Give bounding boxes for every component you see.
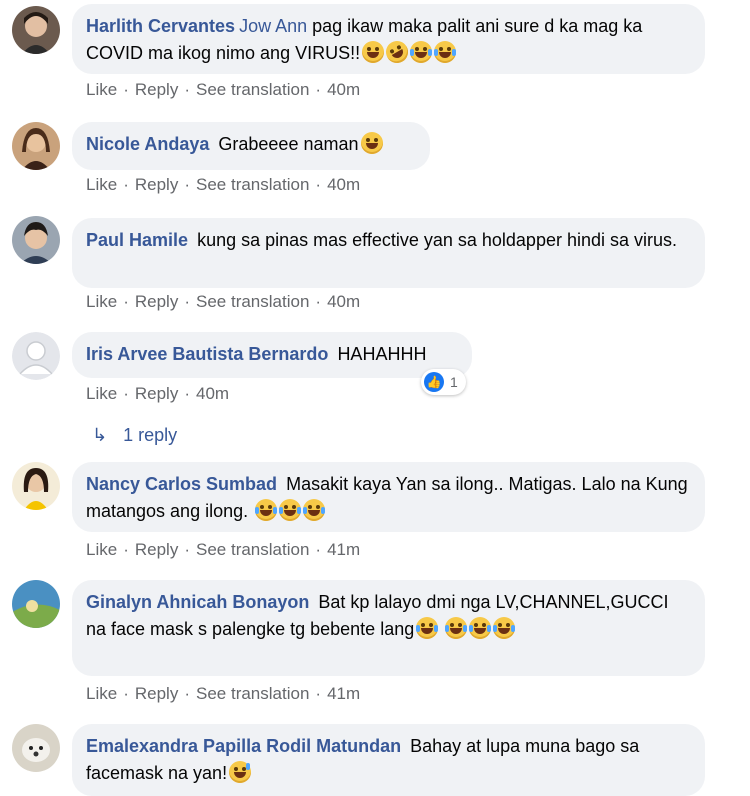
comment-bubble: Nancy Carlos Sumbad Masakit kaya Yan sa … xyxy=(72,462,705,532)
like-link[interactable]: Like xyxy=(86,80,117,99)
tears-of-joy-face-icon xyxy=(434,41,457,63)
reaction-count: 1 xyxy=(450,374,458,390)
comment-actions: Like · Reply · See translation · 40m xyxy=(86,292,361,311)
replies-count-label[interactable]: 1 reply xyxy=(123,425,177,445)
tears-of-joy-face-icon xyxy=(255,499,278,521)
reply-link[interactable]: Reply xyxy=(135,292,178,311)
avatar[interactable] xyxy=(12,216,60,264)
grinning-sweat-face-icon xyxy=(229,761,252,783)
reply-link[interactable]: Reply xyxy=(135,175,178,194)
reply-link[interactable]: Reply xyxy=(135,684,178,703)
avatar[interactable] xyxy=(12,6,60,54)
like-link[interactable]: Like xyxy=(86,540,117,559)
see-translation-link[interactable]: See translation xyxy=(196,80,309,99)
reply-link[interactable]: Reply xyxy=(135,540,178,559)
comment-author[interactable]: Emalexandra Papilla Rodil Matundan xyxy=(86,736,401,756)
thumbs-up-icon: 👍 xyxy=(424,372,444,392)
comment-author[interactable]: Nicole Andaya xyxy=(86,134,209,154)
comment-actions: Like · Reply · See translation · 41m xyxy=(86,684,361,703)
tears-of-joy-face-icon xyxy=(416,617,439,639)
comment-bubble: Nicole Andaya Grabeeee naman xyxy=(72,122,430,170)
like-link[interactable]: Like xyxy=(86,684,117,703)
timestamp[interactable]: 41m xyxy=(327,540,360,559)
reaction-count-badge[interactable]: 👍 1 xyxy=(421,369,466,395)
comment-bubble: Harlith Cervantes Jow Ann pag ikaw maka p… xyxy=(72,4,705,74)
comment-actions: Like · Reply · See translation · 40m xyxy=(86,80,361,99)
comment-actions: Like · Reply · 40m xyxy=(86,384,230,403)
laughing-face-icon xyxy=(362,41,385,63)
tears-of-joy-face-icon xyxy=(493,617,516,639)
default-avatar-icon[interactable] xyxy=(12,332,60,380)
avatar[interactable] xyxy=(12,724,60,772)
comment-text: Grabeeee naman xyxy=(218,134,359,154)
avatar[interactable] xyxy=(12,122,60,170)
timestamp[interactable]: 40m xyxy=(327,292,360,311)
tears-of-joy-face-icon xyxy=(410,41,433,63)
comment-mention[interactable]: Jow Ann xyxy=(239,16,307,36)
avatar[interactable] xyxy=(12,580,60,628)
see-translation-link[interactable]: See translation xyxy=(196,684,309,703)
avatar[interactable] xyxy=(12,462,60,510)
comment-bubble: Ginalyn Ahnicah Bonayon Bat kp lalayo dm… xyxy=(72,580,705,676)
see-translation-link[interactable]: See translation xyxy=(196,175,309,194)
rolling-laugh-face-icon xyxy=(382,36,413,68)
timestamp[interactable]: 40m xyxy=(327,80,360,99)
comment-author[interactable]: Iris Arvee Bautista Bernardo xyxy=(86,344,328,364)
reply-link[interactable]: Reply xyxy=(135,384,178,403)
laughing-face-icon xyxy=(360,132,383,154)
comment-bubble: Paul Hamile kung sa pinas mas effective … xyxy=(72,218,705,288)
see-translation-link[interactable]: See translation xyxy=(196,292,309,311)
comment-author[interactable]: Nancy Carlos Sumbad xyxy=(86,474,277,494)
timestamp[interactable]: 41m xyxy=(327,684,360,703)
comment-author[interactable]: Ginalyn Ahnicah Bonayon xyxy=(86,592,309,612)
reply-link[interactable]: Reply xyxy=(135,80,178,99)
like-link[interactable]: Like xyxy=(86,384,117,403)
comment-author[interactable]: Paul Hamile xyxy=(86,230,188,250)
timestamp[interactable]: 40m xyxy=(196,384,229,403)
timestamp[interactable]: 40m xyxy=(327,175,360,194)
tears-of-joy-face-icon xyxy=(445,617,468,639)
like-link[interactable]: Like xyxy=(86,175,117,194)
comment-text: HAHAHHH xyxy=(337,344,427,364)
comment-actions: Like · Reply · See translation · 40m xyxy=(86,175,361,194)
view-replies-link[interactable]: ↳ 1 reply xyxy=(92,425,177,446)
reply-arrow-icon: ↳ xyxy=(92,425,108,445)
tears-of-joy-face-icon xyxy=(469,617,492,639)
comment-bubble: Emalexandra Papilla Rodil Matundan Bahay… xyxy=(72,724,705,796)
tears-of-joy-face-icon xyxy=(279,499,302,521)
tears-of-joy-face-icon xyxy=(303,499,326,521)
comment-actions: Like · Reply · See translation · 41m xyxy=(86,540,361,559)
see-translation-link[interactable]: See translation xyxy=(196,540,309,559)
comment-text: kung sa pinas mas effective yan sa holda… xyxy=(197,230,678,250)
comment-author[interactable]: Harlith Cervantes xyxy=(86,16,235,36)
like-link[interactable]: Like xyxy=(86,292,117,311)
comment-bubble: Iris Arvee Bautista Bernardo HAHAHHH xyxy=(72,332,472,378)
